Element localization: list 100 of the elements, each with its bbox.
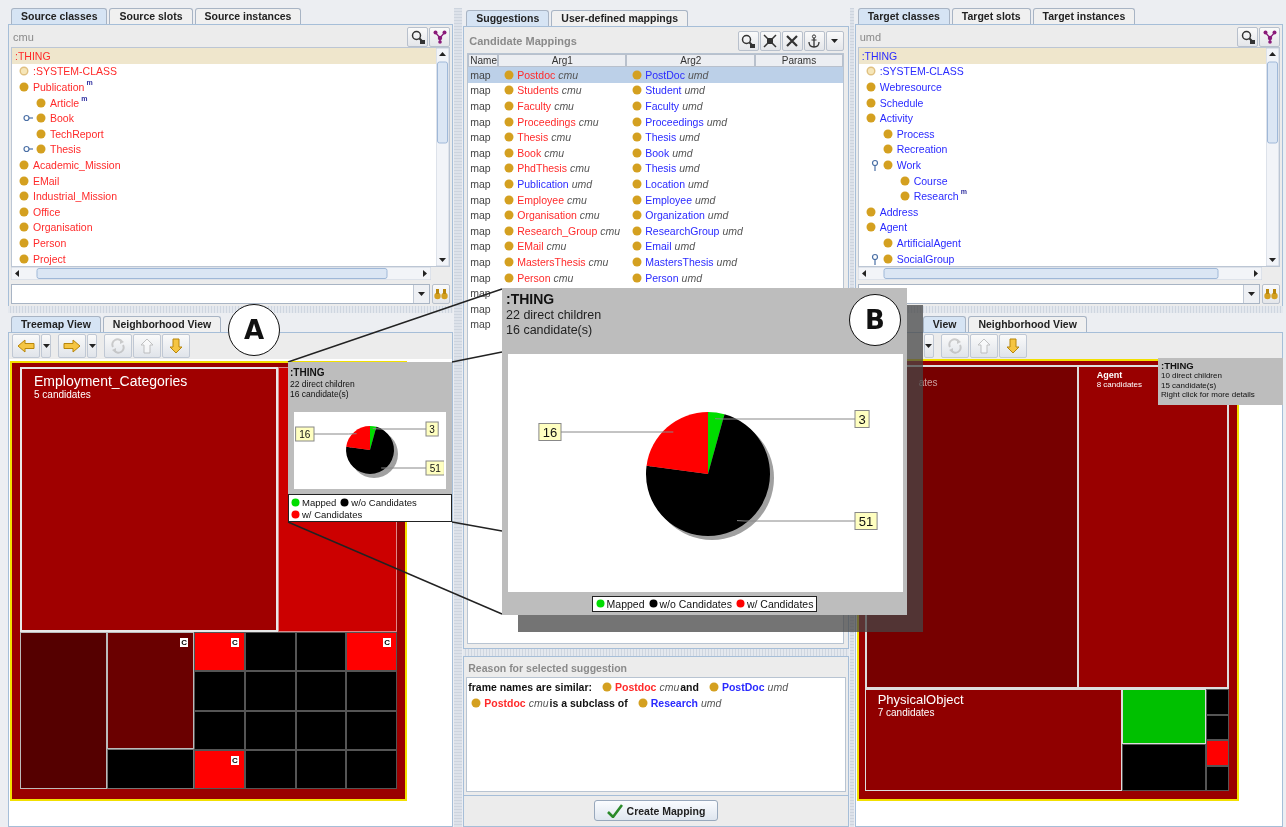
tooltip-text: 10 direct children <box>1161 371 1222 381</box>
class-name: Thesis <box>645 131 677 144</box>
table-cell-text: map <box>469 146 492 159</box>
class-name: Thesis <box>517 131 549 144</box>
class-name: Thesis <box>645 162 677 175</box>
cell-badge: C <box>180 638 188 647</box>
tooltip-text: 16 candidate(s) <box>290 389 349 399</box>
table-cell-text: map <box>469 224 492 237</box>
ontology-name: umd <box>716 255 737 268</box>
class-name: Publication <box>33 81 85 93</box>
ontology-name: umd <box>679 162 700 175</box>
class-name: Recreation <box>896 143 948 156</box>
class-name: Course <box>913 174 948 187</box>
cell-badge: C <box>230 755 239 765</box>
cell-badge: C <box>383 638 391 647</box>
data-label: 16 <box>295 426 315 442</box>
class-name: Employee <box>645 193 692 206</box>
class-name: Activity <box>879 112 913 125</box>
class-name: Location <box>645 177 685 190</box>
data-label: 16 <box>542 424 558 440</box>
table-cell-text: map <box>469 162 492 175</box>
class-name: :THING <box>15 49 51 62</box>
legend-label: Mapped <box>302 496 337 508</box>
ontology-name: cmu <box>567 193 587 206</box>
class-name: Book <box>517 146 542 159</box>
class-name: Office <box>33 205 61 218</box>
ontology-name: umd <box>674 240 695 253</box>
ontology-name: umd <box>672 146 693 159</box>
ontology-name: umd <box>684 84 705 97</box>
reason-text: frame names are similar: <box>468 681 592 693</box>
class-name: Students <box>517 84 559 97</box>
class-name: Research <box>913 190 959 203</box>
ontology-name: umd <box>571 177 593 190</box>
ontology-name: cmu <box>544 146 565 159</box>
data-label: 51 <box>425 460 444 476</box>
cell-detail: 7 candidates <box>877 707 935 718</box>
class-name: Faculty <box>645 100 680 112</box>
class-name: Faculty <box>517 100 552 112</box>
ontology-name: umd <box>707 209 729 222</box>
data-label: 51 <box>429 462 442 474</box>
legend-label: w/ Candidates <box>746 597 814 610</box>
ontology-name: umd <box>701 697 722 709</box>
class-name: Webresource <box>879 81 942 93</box>
tooltip-text: 15 candidate(s) <box>1161 380 1217 390</box>
cell-badge: C <box>230 638 239 647</box>
data-label: 16 <box>538 423 562 441</box>
popup-text: 16 candidate(s) <box>506 323 593 338</box>
ontology-name: umd <box>681 271 702 284</box>
ontology-name: cmu <box>600 224 621 237</box>
section-title: Reason for selected suggestion <box>467 661 628 676</box>
table-cell-text: map <box>469 68 492 81</box>
cell-detail: 8 candidates <box>1096 380 1143 389</box>
class-name: MastersThesis <box>645 255 714 268</box>
legend-label: w/o Candidates <box>659 597 732 610</box>
data-label: 51 <box>854 512 878 530</box>
ontology-name: cmu <box>554 100 574 112</box>
ontology-label: cmu <box>12 31 34 43</box>
ontology-name: cmu <box>561 84 582 97</box>
ontology-name: umd <box>706 115 728 128</box>
class-name: Student <box>645 84 682 97</box>
section-title: Candidate Mappings <box>468 35 577 47</box>
class-name: EMail <box>517 240 544 253</box>
class-name: ResearchGroup <box>645 224 720 237</box>
class-name: ArtificialAgent <box>896 236 961 249</box>
ontology-name: umd <box>679 131 700 144</box>
cell-label: Employment_Categories <box>34 373 188 389</box>
ontology-name: cmu <box>569 162 590 175</box>
class-name: Article <box>50 96 80 109</box>
class-name: Thesis <box>50 143 81 156</box>
ontology-name: cmu <box>528 697 549 709</box>
data-label: 3 <box>425 421 439 437</box>
class-name: TechReport <box>50 127 104 140</box>
ontology-name: cmu <box>546 240 567 253</box>
class-name: Project <box>33 252 66 265</box>
class-name: Person <box>517 271 551 284</box>
class-name: Employee <box>517 193 564 206</box>
table-cell-text: map <box>469 131 492 144</box>
class-name: Address <box>879 205 919 218</box>
class-name: Process <box>896 127 935 140</box>
class-name: Organisation <box>33 221 93 234</box>
class-name: Organization <box>645 209 705 222</box>
legend-label: w/ Candidates <box>302 508 363 520</box>
ontology-name: cmu <box>659 681 680 693</box>
legend-label: w/o Candidates <box>351 496 417 508</box>
table-cell-text: map <box>469 100 492 112</box>
table-cell-text: map <box>469 177 492 190</box>
cell-detail: ates <box>917 376 938 388</box>
class-name: MastersThesis <box>517 255 586 268</box>
table-cell-text: map <box>469 240 492 253</box>
class-name: Postdoc <box>517 68 556 81</box>
ontology-name: umd <box>687 68 709 81</box>
data-label: 3 <box>854 410 870 428</box>
class-name: :SYSTEM-CLASS <box>879 65 964 78</box>
table-cell-text: map <box>469 84 492 97</box>
table-cell-text: map <box>469 115 492 128</box>
class-name: Proceedings <box>517 115 576 128</box>
table-cell-text: map <box>469 193 492 206</box>
table-cell-text: map <box>469 209 492 222</box>
ontology-name: umd <box>722 224 743 237</box>
ontology-name: umd <box>695 193 716 206</box>
